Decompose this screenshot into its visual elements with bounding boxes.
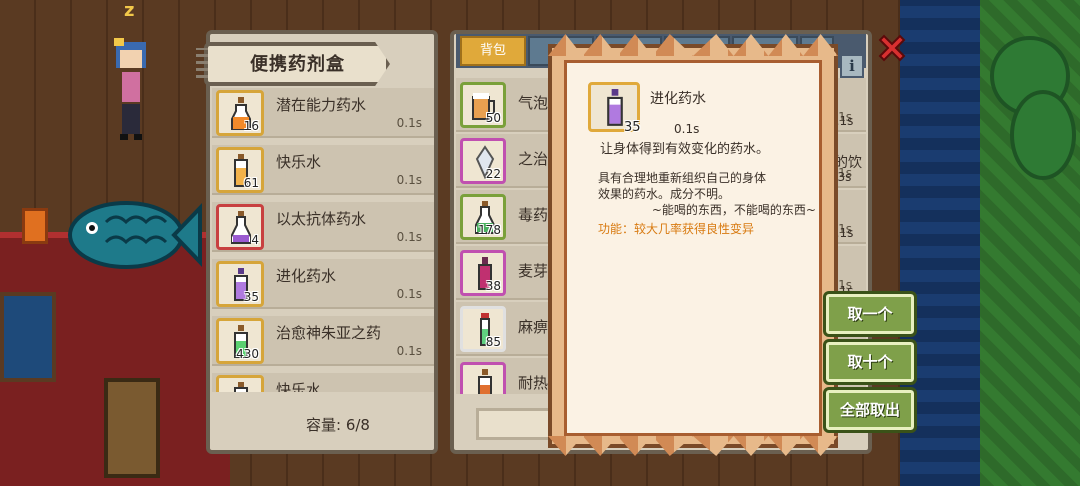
item-count: 16 (243, 119, 259, 133)
list-item[interactable]: 35 进化药水 0.1s (212, 259, 434, 309)
item-count: 50 (485, 111, 501, 125)
detail-lore: 具有合理地重新组织自己的身体 效果的药水。成分不明。 ~能喝的东西，不能喝的东西… (598, 170, 816, 218)
item-name: 以太抗体药水 (276, 210, 367, 228)
item-slot[interactable] (216, 375, 264, 392)
item-count: 38 (485, 279, 501, 293)
close-icon[interactable] (874, 30, 910, 66)
item-time: 0.1s (396, 344, 422, 358)
item-count: 430 (236, 347, 259, 361)
pond (0, 292, 56, 382)
item-count: 178 (478, 223, 501, 237)
lore-line: 具有合理地重新组织自己的身体 (598, 171, 767, 185)
take-all-button[interactable]: 全部取出 (823, 387, 917, 433)
item-time: 0.1s (396, 173, 422, 187)
item-slot[interactable]: 22 (460, 138, 506, 184)
potion-icon (231, 211, 251, 244)
detail-time: 0.1s (674, 122, 700, 136)
list-item[interactable]: 16 潜在能力药水 0.1s (212, 88, 434, 138)
item-name: 耐热 (518, 374, 549, 392)
detail-name: 进化药水 (650, 91, 706, 107)
item-name: 快乐水 (276, 153, 322, 171)
info-button[interactable]: i (840, 54, 864, 78)
take-ten-button[interactable]: 取十个 (823, 339, 917, 385)
item-slot[interactable] (460, 362, 506, 394)
peek-item-name: 的饮 (834, 155, 862, 171)
item-slot[interactable]: 430 (216, 318, 264, 364)
item-time: 0.1s (396, 230, 422, 244)
item-slot[interactable]: 35 (216, 261, 264, 307)
item-slot[interactable]: 50 (460, 82, 506, 128)
list-item[interactable]: 61 快乐水 0.1s (212, 145, 434, 195)
detail-function: 功能：较大几率获得良性变异 (598, 222, 755, 236)
potion-box-list[interactable]: 16 潜在能力药水 0.1s 61 快乐水 0.1s 4 以太抗体药水 0.1s… (212, 88, 434, 392)
item-count: 85 (485, 335, 501, 349)
item-slot[interactable]: 61 (216, 147, 264, 193)
item-name: 快乐水 (276, 381, 322, 392)
item-name: 潜在能力药水 (276, 96, 367, 114)
item-name: 治愈神朱亚之药 (276, 324, 382, 342)
potion-icon (234, 382, 248, 392)
item-name: 毒药 (518, 206, 549, 224)
item-slot[interactable]: 38 (460, 250, 506, 296)
item-count: 35 (243, 290, 259, 304)
item-count: 4 (251, 233, 259, 247)
item-slot[interactable]: 178 (460, 194, 506, 240)
detail-description: 让身体得到有效变化的药水。 (600, 142, 770, 157)
take-one-button[interactable]: 取一个 (823, 291, 917, 337)
list-item[interactable]: 4 以太抗体药水 0.1s (212, 202, 434, 252)
item-name: 进化药水 (276, 267, 337, 285)
item-slot[interactable]: 16 (216, 90, 264, 136)
tree (1010, 90, 1076, 180)
item-time: 0.1s (396, 116, 422, 130)
item-count: 61 (243, 176, 259, 190)
lore-line: 效果的药水。成分不明。 (598, 187, 731, 201)
item-slot[interactable]: 85 (460, 306, 506, 352)
player-character (114, 38, 146, 140)
list-item[interactable]: 430 治愈神朱亚之药 0.1s (212, 316, 434, 366)
capacity-label: 容量: 6/8 (306, 416, 370, 434)
panel-title: 便携药剂盒 (250, 54, 345, 75)
detail-count: 35 (624, 120, 641, 135)
fish-banner (68, 201, 202, 269)
item-count: 22 (485, 167, 501, 181)
sleep-z-icon: z (124, 0, 135, 21)
lore-line: ~能喝的东西，不能喝的东西~ (651, 203, 816, 217)
item-time: 0.1s (396, 287, 422, 301)
item-slot[interactable]: 4 (216, 204, 264, 250)
statue (104, 378, 160, 478)
potion-icon (478, 369, 492, 394)
notebook-spiral (196, 48, 208, 78)
tab-backpack[interactable]: 背包 (460, 36, 526, 66)
lantern (22, 208, 48, 244)
list-item[interactable]: 快乐水 (212, 373, 434, 392)
